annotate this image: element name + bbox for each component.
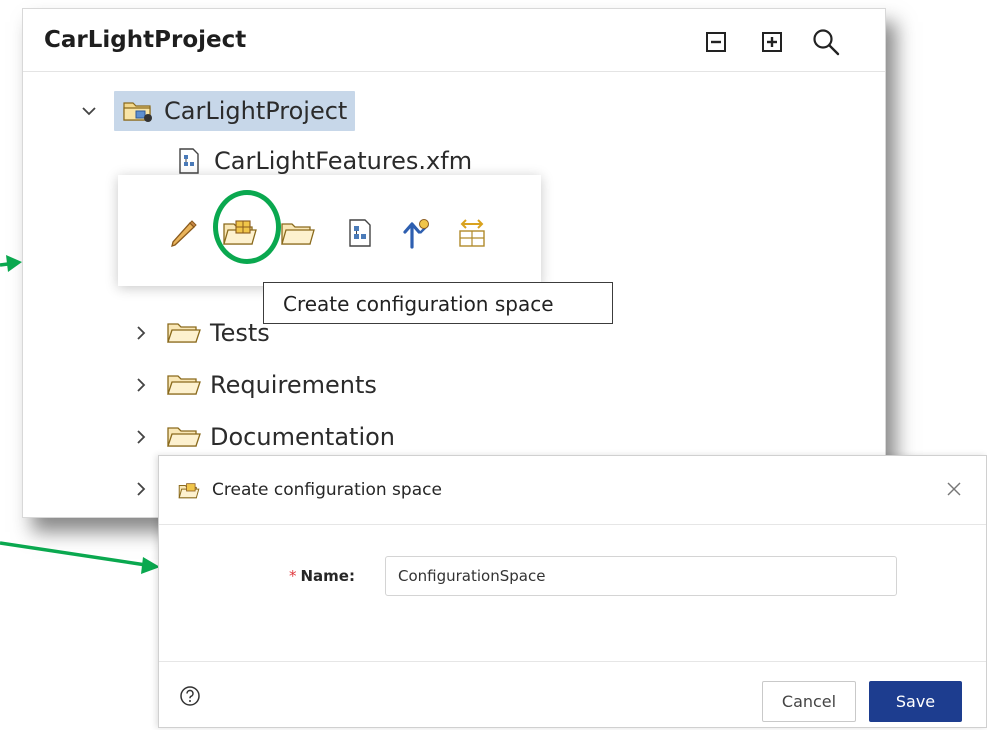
tree-item-requirements[interactable]: Requirements: [130, 365, 377, 405]
dialog-footer: Cancel Save: [159, 661, 986, 730]
chevron-right-icon[interactable]: [130, 374, 152, 396]
chevron-right-icon[interactable]: [130, 426, 152, 448]
arrow-to-dialog: [0, 541, 160, 574]
create-configuration-space-icon: [178, 480, 200, 502]
folder-icon[interactable]: [280, 217, 316, 249]
tree-item-label: Documentation: [210, 423, 396, 451]
context-toolbar: [118, 175, 541, 286]
tree-root-row[interactable]: CarLightProject: [78, 91, 356, 131]
create-configuration-space-icon[interactable]: [222, 217, 258, 249]
name-field-label: * Name:: [289, 567, 355, 585]
collapse-all-icon[interactable]: [704, 30, 728, 54]
rename-pencil-icon[interactable]: [168, 217, 200, 249]
tree-item-label: Tests: [210, 319, 270, 347]
tree-item-label: Requirements: [210, 371, 377, 399]
new-feature-icon[interactable]: [400, 217, 432, 249]
tree-item-tests[interactable]: Tests: [130, 313, 270, 353]
dialog-title: Create configuration space: [212, 480, 442, 500]
feature-model-file-icon[interactable]: [344, 217, 376, 249]
feature-model-file-icon: [176, 147, 202, 175]
cancel-button[interactable]: Cancel: [762, 681, 856, 722]
tree-root-label: CarLightProject: [164, 97, 348, 125]
tooltip: Create configuration space: [263, 282, 613, 324]
tree-root-selected[interactable]: CarLightProject: [114, 91, 356, 131]
chevron-right-icon[interactable]: [130, 478, 152, 500]
save-button[interactable]: Save: [869, 681, 962, 722]
explorer-header: CarLightProject: [23, 9, 885, 72]
chevron-down-icon[interactable]: [78, 100, 100, 122]
tree-item-documentation[interactable]: Documentation: [130, 417, 395, 457]
folder-icon: [166, 320, 202, 346]
name-label-text: Name:: [300, 567, 355, 585]
search-icon[interactable]: [811, 27, 841, 57]
arrow-to-toolbar: [0, 255, 22, 272]
explorer-title: CarLightProject: [44, 27, 247, 53]
variant-table-icon[interactable]: [456, 217, 488, 249]
dialog-header: Create configuration space: [159, 456, 986, 525]
required-marker: *: [289, 567, 297, 585]
name-input[interactable]: [385, 556, 897, 596]
project-folder-icon: [122, 98, 156, 124]
help-icon[interactable]: [179, 685, 201, 707]
expand-all-icon[interactable]: [760, 30, 784, 54]
tree-item-label: CarLightFeatures.xfm: [214, 147, 473, 175]
folder-icon: [166, 372, 202, 398]
create-configuration-space-dialog: Create configuration space *Name: Cancel…: [158, 455, 987, 728]
close-icon[interactable]: [944, 479, 964, 499]
chevron-right-icon[interactable]: [130, 322, 152, 344]
folder-icon: [166, 424, 202, 450]
